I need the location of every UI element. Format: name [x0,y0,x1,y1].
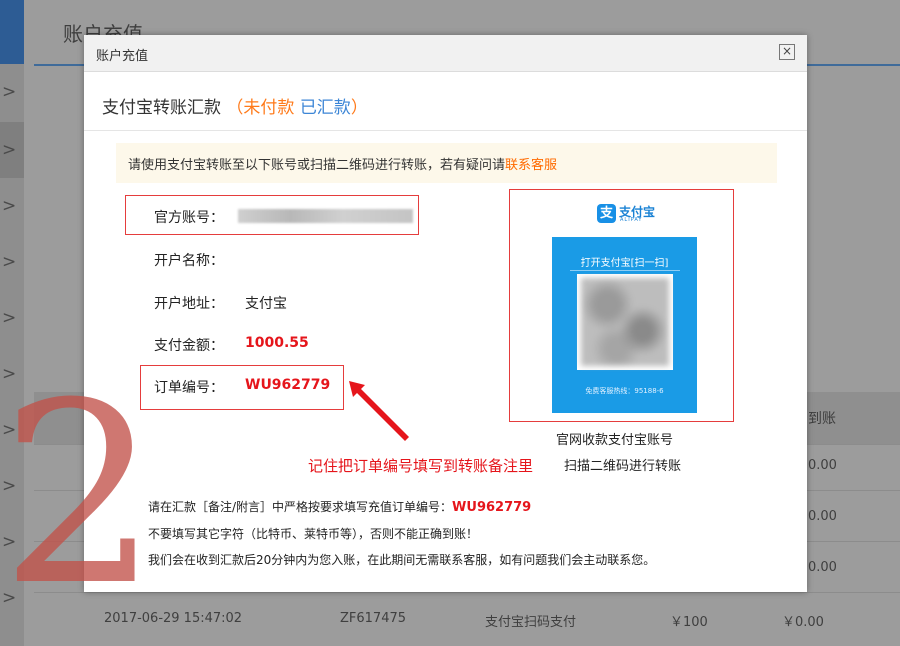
heading-main: 支付宝转账汇款 [102,98,221,118]
table-cell: 0.00 [808,560,837,575]
instruction-line: 我们会在收到汇款后20分钟内为您入账，在此期间无需联系客服，如有问题我们会主动联… [148,553,656,567]
heading-divider [84,130,807,131]
table-cell-credited: ￥0.00 [782,615,824,630]
qr-card-divider [570,270,680,271]
chevron-right-icon[interactable]: > [2,310,16,327]
amount-label: 支付金额： [154,338,224,354]
dialog-title: 账户充值 [96,49,149,64]
chevron-right-icon[interactable]: > [2,142,16,159]
qr-panel: 支 支付宝 ALIPAY 打开支付宝[扫一扫] 免费客服热线：95188-6 [509,189,734,422]
qr-card: 打开支付宝[扫一扫] 免费客服热线：95188-6 [552,237,697,413]
column-header-credited: 到账 [808,411,836,427]
order-number-label: 订单编号： [154,380,224,396]
account-address-value: 支付宝 [245,296,287,312]
instruction-line: 不要填写其它字符（比特币、莱特币等），否则不能正确到账！ [148,527,479,541]
recharge-dialog: 账户充值 × 支付宝转账汇款 （未付款 已汇款） 请使用支付宝转账至以下账号或扫… [84,35,807,592]
instruction-order-number: WU962779 [452,500,532,515]
status-unpaid: 未付款 [243,98,295,118]
account-address-label: 开户地址： [154,296,224,312]
alipay-logo: 支 支付宝 ALIPAY [597,203,667,225]
sidebar-brand-block [0,0,24,64]
amount-value: 1000.55 [245,335,309,351]
account-value-redacted [238,209,413,223]
table-cell-order: ZF617475 [340,611,407,626]
alipay-brand-sub: ALIPAY [620,217,643,223]
heading-paren-close: ） [350,98,368,118]
heading-paren-open: （ [226,98,244,118]
table-cell: 0.00 [808,509,837,524]
instruction-text: 请在汇款［备注/附言］中严格按要求填写充值订单编号： [148,500,453,514]
annotation-text: 记住把订单编号填写到转账备注里 [308,457,534,475]
notice-text: 请使用支付宝转账至以下账号或扫描二维码进行转账，若有疑问请联系客服 [128,154,557,173]
account-name-label: 开户名称： [154,253,224,269]
qr-caption: 扫描二维码进行转账 [564,459,682,474]
contact-support-link[interactable]: 联系客服 [505,158,557,173]
account-label: 官方账号： [154,210,224,226]
notice-banner: 请使用支付宝转账至以下账号或扫描二维码进行转账，若有疑问请联系客服 [116,143,777,183]
payment-heading: 支付宝转账汇款 （未付款 已汇款） [102,93,368,118]
annotation-arrow-icon [349,381,409,441]
table-cell: 0.00 [808,458,837,473]
qr-card-footer: 免费客服热线：95188-6 [585,387,664,395]
status-paid: 已汇款 [299,98,351,118]
notice-message: 请使用支付宝转账至以下账号或扫描二维码进行转账，若有疑问请 [128,158,506,173]
chevron-right-icon[interactable]: > [2,198,16,215]
annotation-step-number: 2 [0,349,160,640]
qr-card-title: 打开支付宝[扫一扫] [580,258,669,269]
dialog-titlebar: 账户充值 × [84,35,807,72]
instruction-line: 请在汇款［备注/附言］中严格按要求填写充值订单编号：WU962779 [148,498,531,515]
alipay-icon: 支 [597,204,616,223]
table-cell-amount: ￥100 [670,615,708,630]
close-icon[interactable]: × [779,44,795,60]
qr-code-image [577,274,673,370]
row-divider [34,592,900,593]
qr-caption: 官网收款支付宝账号 [556,433,674,448]
table-cell-method: 支付宝扫码支付 [485,615,577,630]
chevron-right-icon[interactable]: > [2,254,16,271]
order-number-value: WU962779 [245,377,331,393]
chevron-right-icon[interactable]: > [2,84,16,101]
